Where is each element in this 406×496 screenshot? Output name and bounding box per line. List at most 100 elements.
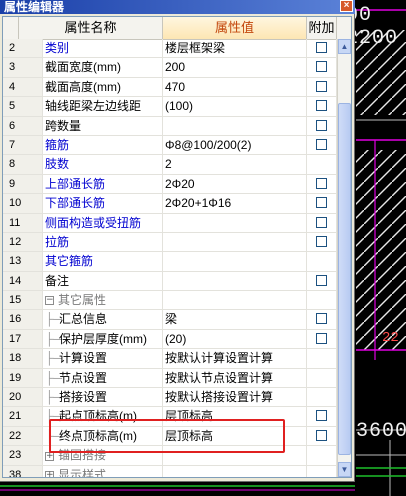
property-row[interactable]: 2 类别 楼层框架梁 (3, 39, 337, 59)
property-row[interactable]: 11 侧面构造或受扭筋 (3, 213, 337, 233)
tree-connector-icon: ├─ (45, 312, 63, 327)
property-value[interactable]: 按默认搭接设置计算 (163, 388, 307, 407)
extra-checkbox[interactable] (316, 274, 327, 286)
header-extra[interactable]: 附加 (307, 17, 337, 39)
extra-checkbox[interactable] (316, 313, 327, 325)
property-row[interactable]: 38 + 显示样式 (3, 465, 337, 477)
property-row[interactable]: 12 拉筋 (3, 232, 337, 253)
property-name-text: 锚固搭接 (58, 448, 107, 463)
property-value[interactable]: 层顶标高 (163, 407, 307, 426)
property-value[interactable]: 按默认计算设置计算 (163, 349, 307, 368)
extra-checkbox[interactable] (316, 80, 327, 92)
property-value[interactable]: 2 (163, 155, 307, 174)
property-value[interactable]: Φ8@100/200(2) (163, 135, 307, 155)
property-value[interactable]: 按默认节点设置计算 (163, 368, 307, 388)
extra-checkbox[interactable] (316, 42, 327, 53)
property-row[interactable]: 14 备注 (3, 271, 337, 292)
tree-connector-icon: ├─ (45, 351, 63, 366)
property-value[interactable] (163, 446, 307, 465)
extra-checkbox[interactable] (316, 138, 327, 150)
property-row[interactable]: 13 其它箍筋 (3, 252, 337, 272)
extra-checkbox[interactable] (316, 61, 327, 73)
expand-plus-icon[interactable]: + (45, 470, 54, 477)
property-row[interactable]: 18 ├─计算设置 按默认计算设置计算 (3, 349, 337, 369)
extra-checkbox[interactable] (316, 197, 327, 209)
property-row[interactable]: 3 截面宽度(mm) 200 (3, 58, 337, 78)
extra-cell (307, 407, 337, 426)
property-value[interactable]: 楼层框架梁 (163, 39, 307, 58)
header-property-value[interactable]: 属性值 (163, 17, 307, 39)
property-value[interactable] (163, 116, 307, 135)
property-name: 其它箍筋 (43, 252, 163, 271)
property-row[interactable]: 21 ├─起点顶标高(m) 层顶标高 (3, 407, 337, 427)
property-name-text: 节点设置 (59, 370, 108, 385)
row-number: 23 (3, 446, 43, 465)
property-row[interactable]: 22 ├─终点顶标高(m) 层顶标高 (3, 426, 337, 447)
extra-checkbox[interactable] (316, 332, 327, 344)
property-row[interactable]: 7 箍筋 Φ8@100/200(2) (3, 135, 337, 156)
property-name-text: 搭接设置 (59, 390, 108, 405)
row-number: 11 (3, 213, 43, 232)
property-row[interactable]: 16 ├─汇总信息梁 (3, 310, 337, 330)
extra-cell (307, 368, 337, 388)
property-value[interactable] (163, 465, 307, 477)
property-row[interactable]: 23 + 锚固搭接 (3, 446, 337, 466)
property-value[interactable]: 2Φ20+1Φ16 (163, 194, 307, 213)
extra-checkbox[interactable] (316, 119, 327, 131)
extra-cell (307, 213, 337, 232)
property-value[interactable]: (100) (163, 97, 307, 116)
property-name: 类别 (43, 39, 163, 58)
property-name: ├─汇总信息 (43, 310, 163, 329)
property-row[interactable]: 8 肢数 2 (3, 155, 337, 175)
property-value[interactable]: 470 (163, 77, 307, 97)
row-number: 3 (3, 58, 43, 77)
extra-checkbox[interactable] (316, 100, 327, 112)
expand-plus-icon[interactable]: + (45, 451, 54, 461)
extra-checkbox[interactable] (316, 235, 327, 247)
property-name: 下部通长筋 (43, 194, 163, 213)
property-name-text: 起点顶标高(m) (59, 409, 137, 424)
extra-checkbox[interactable] (316, 216, 327, 228)
property-value[interactable]: 层顶标高 (163, 426, 307, 446)
tree-connector-icon: ├─ (45, 331, 63, 346)
property-row[interactable]: 5 轴线距梁左边线距 (100) (3, 97, 337, 117)
extra-checkbox[interactable] (316, 429, 327, 441)
property-row[interactable]: 20 ├─搭接设置 按默认搭接设置计算 (3, 388, 337, 408)
header-property-name[interactable]: 属性名称 (19, 17, 163, 39)
property-row[interactable]: 10 下部通长筋 2Φ20+1Φ16 (3, 194, 337, 214)
row-number: 38 (3, 465, 43, 477)
property-value[interactable]: (20) (163, 329, 307, 349)
property-name-text: 备注 (45, 273, 70, 288)
property-row[interactable]: 9 上部通长筋 2Φ20 (3, 174, 337, 195)
row-number: 19 (3, 368, 43, 388)
property-row[interactable]: 19 ├─节点设置 按默认节点设置计算 (3, 368, 337, 389)
property-row[interactable]: 17 ├─保护层厚度(mm) (20) (3, 329, 337, 350)
row-number: 4 (3, 77, 43, 97)
collapse-minus-icon[interactable]: − (45, 296, 54, 306)
property-value[interactable] (163, 291, 307, 310)
property-value[interactable] (163, 252, 307, 271)
property-value[interactable]: 200 (163, 58, 307, 77)
vertical-scrollbar[interactable]: ▲ ▼ (337, 39, 351, 477)
row-number: 20 (3, 388, 43, 407)
window-titlebar[interactable]: 属性编辑器 × (0, 0, 355, 14)
row-number: 17 (3, 329, 43, 349)
extra-cell (307, 310, 337, 329)
row-number: 9 (3, 174, 43, 194)
scroll-thumb[interactable] (338, 103, 351, 455)
extra-checkbox[interactable] (316, 410, 327, 422)
property-value[interactable] (163, 271, 307, 291)
property-value[interactable] (163, 213, 307, 232)
row-number: 15 (3, 291, 43, 310)
property-row[interactable]: 4 截面高度(mm) 470 (3, 77, 337, 98)
property-value[interactable]: 梁 (163, 310, 307, 329)
row-number: 21 (3, 407, 43, 426)
scroll-up-arrow-icon[interactable]: ▲ (338, 39, 351, 54)
property-value[interactable]: 2Φ20 (163, 174, 307, 194)
scroll-down-arrow-icon[interactable]: ▼ (338, 462, 351, 477)
property-row[interactable]: 15− 其它属性 (3, 291, 337, 311)
extra-checkbox[interactable] (316, 177, 327, 189)
property-row[interactable]: 6 跨数量 (3, 116, 337, 136)
close-button[interactable]: × (340, 0, 353, 12)
property-value[interactable] (163, 232, 307, 252)
